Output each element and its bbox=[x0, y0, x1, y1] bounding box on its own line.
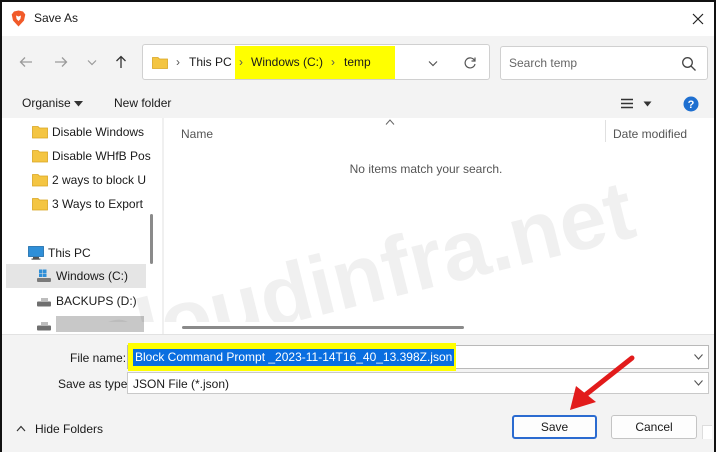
save-button[interactable]: Save bbox=[512, 415, 597, 439]
folder-icon bbox=[32, 126, 48, 139]
refresh-icon bbox=[464, 57, 476, 69]
search-input[interactable] bbox=[509, 55, 669, 71]
sort-ascending-icon bbox=[385, 119, 395, 125]
breadcrumb-temp[interactable]: temp bbox=[344, 55, 371, 69]
file-name-field[interactable]: Block Command Prompt _2023-11-14T16_40_1… bbox=[127, 343, 709, 371]
caret-down-icon bbox=[74, 101, 83, 107]
command-bar: Organise New folder ? bbox=[2, 88, 714, 118]
file-list: Name Date modified No items match your s… bbox=[164, 118, 714, 334]
save-options-panel: File name: Block Command Prompt _2023-11… bbox=[2, 334, 714, 452]
computer-icon bbox=[28, 246, 44, 260]
column-header-name[interactable]: Name bbox=[181, 127, 213, 141]
folder-icon bbox=[32, 150, 48, 163]
back-button[interactable] bbox=[14, 51, 38, 73]
sidebar-item-drive[interactable] bbox=[6, 314, 146, 334]
dialog-title: Save As bbox=[34, 11, 79, 25]
close-button[interactable] bbox=[684, 6, 712, 32]
redacted-label bbox=[56, 316, 144, 332]
cancel-button[interactable]: Cancel bbox=[611, 415, 697, 439]
save-as-type-select[interactable]: JSON File (*.json) bbox=[127, 372, 709, 394]
address-history-button[interactable] bbox=[425, 56, 441, 70]
folder-icon bbox=[152, 57, 168, 69]
breadcrumb-this-pc[interactable]: This PC bbox=[189, 55, 232, 69]
breadcrumb-windows-c[interactable]: Windows (C:) bbox=[251, 55, 323, 69]
file-name-selected-text[interactable]: Block Command Prompt _2023-11-14T16_40_1… bbox=[133, 349, 455, 366]
back-arrow-icon bbox=[19, 57, 32, 67]
svg-text:?: ? bbox=[688, 99, 695, 111]
close-icon bbox=[692, 13, 704, 25]
recent-locations-button[interactable] bbox=[80, 51, 104, 73]
chevron-up-icon bbox=[16, 425, 26, 432]
chevron-down-icon[interactable] bbox=[694, 354, 703, 360]
chevron-down-icon bbox=[428, 60, 438, 66]
help-icon[interactable]: ? bbox=[683, 96, 699, 112]
sidebar-item-backups-d[interactable]: BACKUPS (D:) bbox=[6, 290, 146, 312]
resize-grip[interactable] bbox=[702, 425, 712, 439]
sidebar-item-folder[interactable]: Disable Windows bbox=[6, 121, 146, 143]
save-as-type-label: Save as type: bbox=[58, 377, 131, 391]
file-name-value: Block Command Prompt _2023-11-14T16_40_1… bbox=[135, 350, 453, 364]
sidebar-item-label: This PC bbox=[48, 246, 91, 260]
sidebar-item-folder[interactable]: Disable WHfB Pos bbox=[6, 145, 151, 167]
file-list-vertical-scrollbar[interactable] bbox=[688, 118, 714, 334]
navigation-pane: Disable Windows Disable WHfB Pos 2 ways … bbox=[2, 118, 162, 334]
save-as-type-value: JSON File (*.json) bbox=[133, 377, 230, 391]
breadcrumb-separator: › bbox=[176, 55, 180, 69]
navigation-bar: › This PC › Windows (C:) › temp bbox=[2, 36, 714, 88]
sidebar-item-label: Disable WHfB Pos bbox=[52, 149, 151, 163]
address-bar[interactable]: › This PC › Windows (C:) › temp bbox=[142, 44, 490, 80]
sidebar-item-folder[interactable]: 3 Ways to Export bbox=[6, 193, 146, 215]
hide-folders-label: Hide Folders bbox=[35, 422, 104, 436]
chevron-down-icon bbox=[694, 380, 703, 386]
sidebar-item-label: Windows (C:) bbox=[56, 269, 129, 283]
brave-browser-icon bbox=[11, 10, 26, 27]
up-arrow-icon bbox=[116, 55, 126, 68]
column-separator[interactable] bbox=[605, 120, 606, 142]
navigation-pane-scrollbar[interactable] bbox=[150, 214, 153, 264]
sidebar-item-label: BACKUPS (D:) bbox=[56, 294, 137, 308]
file-list-horizontal-scrollbar[interactable] bbox=[164, 320, 688, 334]
column-header-date-modified[interactable]: Date modified bbox=[613, 127, 687, 141]
search-box[interactable] bbox=[500, 46, 708, 80]
sidebar-item-folder[interactable]: 2 ways to block U bbox=[6, 169, 146, 191]
refresh-button[interactable] bbox=[461, 54, 479, 72]
file-name-label: File name: bbox=[70, 351, 127, 365]
view-options-button[interactable] bbox=[620, 97, 656, 111]
sidebar-item-windows-c[interactable]: Windows (C:) bbox=[6, 264, 146, 288]
new-folder-button[interactable]: New folder bbox=[114, 96, 171, 110]
drive-icon bbox=[37, 269, 51, 282]
horizontal-scrollbar-thumb[interactable] bbox=[182, 326, 464, 329]
sidebar-item-label: 2 ways to block U bbox=[52, 173, 147, 187]
breadcrumb-separator: › bbox=[239, 55, 243, 69]
up-button[interactable] bbox=[109, 51, 133, 73]
forward-button[interactable] bbox=[49, 51, 73, 73]
sidebar-item-this-pc[interactable]: This PC bbox=[6, 242, 146, 264]
forward-arrow-icon bbox=[55, 57, 68, 67]
save-as-dialog: Save As › This PC › Windows (C:) › temp … bbox=[0, 0, 716, 452]
drive-icon bbox=[37, 298, 51, 307]
title-bar: Save As bbox=[2, 2, 714, 36]
drive-icon bbox=[37, 322, 51, 331]
empty-folder-message: No items match your search. bbox=[349, 162, 503, 176]
folder-icon bbox=[32, 198, 48, 211]
sidebar-item-label: 3 Ways to Export bbox=[52, 197, 143, 211]
sidebar-item-label: Disable Windows bbox=[52, 125, 145, 139]
folder-icon bbox=[32, 174, 48, 187]
organise-menu-button[interactable]: Organise bbox=[22, 96, 71, 110]
breadcrumb-separator: › bbox=[331, 55, 335, 69]
search-icon bbox=[682, 57, 696, 71]
chevron-down-icon bbox=[87, 59, 97, 65]
